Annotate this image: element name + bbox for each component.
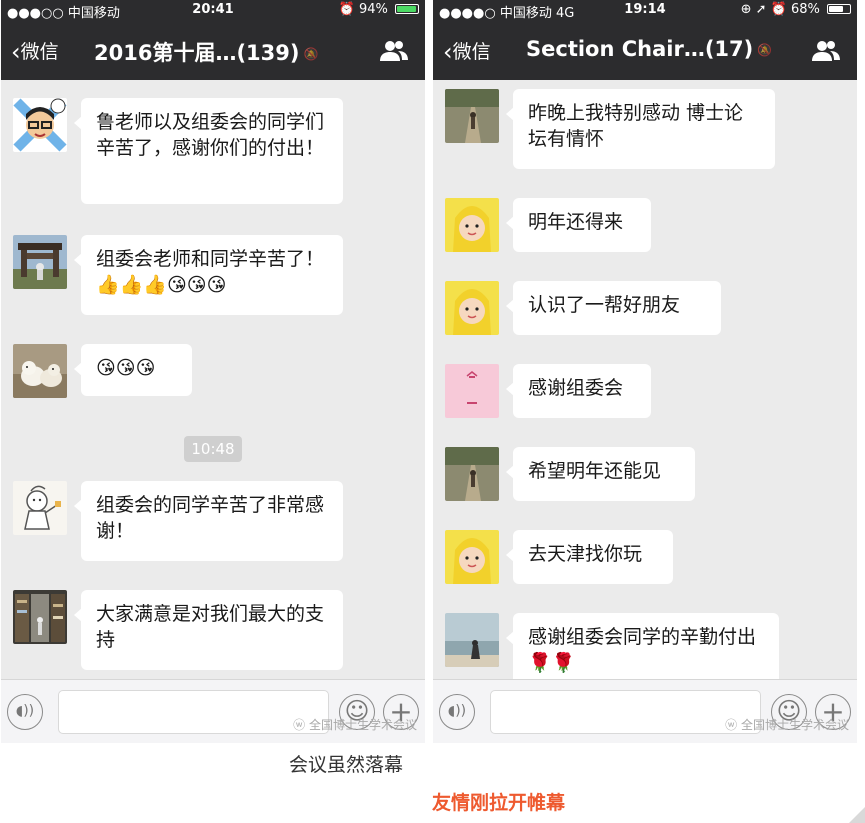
voice-input-button[interactable]: ◖)) [439,694,475,730]
back-label: 微信 [452,41,491,63]
message-bubble[interactable]: 组委会老师和同学辛苦了！👍👍👍😘😘😘 [74,235,343,315]
battery-icon [395,4,419,14]
caption-line-2: 友情刚拉开帷幕 [432,792,566,814]
avatar[interactable] [13,344,67,398]
watermark: ⓦ 全国博士生学术会议 [725,716,849,733]
chat-input-bar: ◖)) ☺ + ⓦ 全国博士生学术会议 [433,679,857,743]
chat-input-bar: ◖)) ☺ + ⓦ 全国博士生学术会议 [1,679,425,743]
timestamp-divider: 10:48 [184,436,242,462]
battery-percent: 94% [358,2,388,17]
chat-nav-bar: ‹微信 Section Chair…(17) 🔕 [433,20,857,80]
chat-title: Section Chair…(17) 🔕 [526,37,772,61]
avatar[interactable] [445,613,499,667]
wechat-logo-icon: ⓦ [293,718,309,732]
message-bubble[interactable]: 鲁老师以及组委会的同学们辛苦了，感谢你们的付出！ [74,98,343,204]
avatar[interactable] [13,235,67,289]
avatar[interactable] [13,481,67,535]
chevron-left-icon: ‹ [11,38,21,66]
avatar[interactable] [445,530,499,584]
message-text: 希望明年还能见 [528,460,662,482]
battery-icon [827,4,851,14]
avatar[interactable] [445,447,499,501]
corner-fold-icon [849,807,865,823]
watermark: ⓦ 全国博士生学术会议 [293,716,417,733]
message-text: 😘😘😘 [96,357,156,379]
message-bubble[interactable]: 😘😘😘 [74,344,192,396]
avatar[interactable] [445,198,499,252]
message-text: 大家满意是对我们最大的支持 [96,603,325,651]
back-button[interactable]: ‹微信 [443,37,491,64]
battery-percent: 68% [790,2,820,17]
left-chat-screen: ●●●○○ 中国移动 20:41 ⏰ 94% ‹微信 2016第十届…(139)… [1,0,425,743]
message-text: 感谢组委会 [528,377,624,399]
message-bubble[interactable]: 大家满意是对我们最大的支持 [74,590,343,670]
voice-icon: ◖)) [15,703,35,719]
message-text: 鲁老师以及组委会的同学们辛苦了，感谢你们的付出！ [96,111,325,159]
message-bubble[interactable]: 希望明年还能见 [506,447,695,501]
message-bubble[interactable]: 感谢组委会 [506,364,651,418]
mute-bell-icon: 🔕 [757,43,773,57]
chat-title: 2016第十届…(139) 🔕 [94,37,318,67]
watermark-text: 全国博士生学术会议 [308,718,417,732]
voice-icon: ◖)) [447,703,467,719]
message-bubble[interactable]: 昨晚上我特别感动 博士论坛有情怀 [506,89,775,169]
avatar[interactable] [13,590,67,644]
group-members-icon[interactable] [379,40,409,62]
message-text: 昨晚上我特别感动 博士论坛有情怀 [528,102,744,150]
message-text: 去天津找你玩 [528,543,643,565]
wechat-logo-icon: ⓦ [725,718,741,732]
status-bar: ●●●○○ 中国移动 20:41 ⏰ 94% [1,0,425,21]
back-button[interactable]: ‹微信 [11,37,59,64]
status-right: ⊕ ➚ ⏰ 68% [741,2,851,17]
caption-line-1: 会议虽然落幕 [289,754,404,776]
message-input[interactable] [58,690,329,734]
message-text: 明年还得来 [528,211,624,233]
mute-bell-icon: 🔕 [303,47,319,61]
message-bubble[interactable]: 认识了一帮好朋友 [506,281,721,335]
chat-nav-bar: ‹微信 2016第十届…(139) 🔕 [1,20,425,80]
voice-input-button[interactable]: ◖)) [7,694,43,730]
message-bubble[interactable]: 组委会的同学辛苦了非常感谢！ [74,481,343,561]
status-icons: ⊕ ➚ ⏰ [740,2,787,17]
back-label: 微信 [20,41,59,63]
status-bar: ●●●●○ 中国移动 4G 19:14 ⊕ ➚ ⏰ 68% [433,0,857,21]
message-bubble[interactable]: 明年还得来 [506,198,651,252]
message-text: 组委会的同学辛苦了非常感谢！ [96,494,325,542]
message-text: 认识了一帮好朋友 [528,294,681,316]
status-right: ⏰ 94% [339,2,419,17]
avatar[interactable] [445,89,499,143]
alarm-icon: ⏰ [338,2,355,17]
message-bubble[interactable]: 去天津找你玩 [506,530,673,584]
chat-title-text: Section Chair…(17) [526,37,754,61]
chat-title-text: 2016第十届…(139) [94,41,300,65]
right-chat-screen: ●●●●○ 中国移动 4G 19:14 ⊕ ➚ ⏰ 68% ‹微信 Sectio… [433,0,857,743]
avatar[interactable] [13,98,67,152]
watermark-text: 全国博士生学术会议 [740,718,849,732]
group-members-icon[interactable] [811,40,841,62]
chevron-left-icon: ‹ [443,38,453,66]
message-text: 感谢组委会同学的辛勤付出🌹🌹 [528,626,757,674]
message-input[interactable] [490,690,761,734]
message-text: 组委会老师和同学辛苦了！👍👍👍😘😘😘 [96,248,325,296]
avatar[interactable] [445,281,499,335]
avatar[interactable] [445,364,499,418]
